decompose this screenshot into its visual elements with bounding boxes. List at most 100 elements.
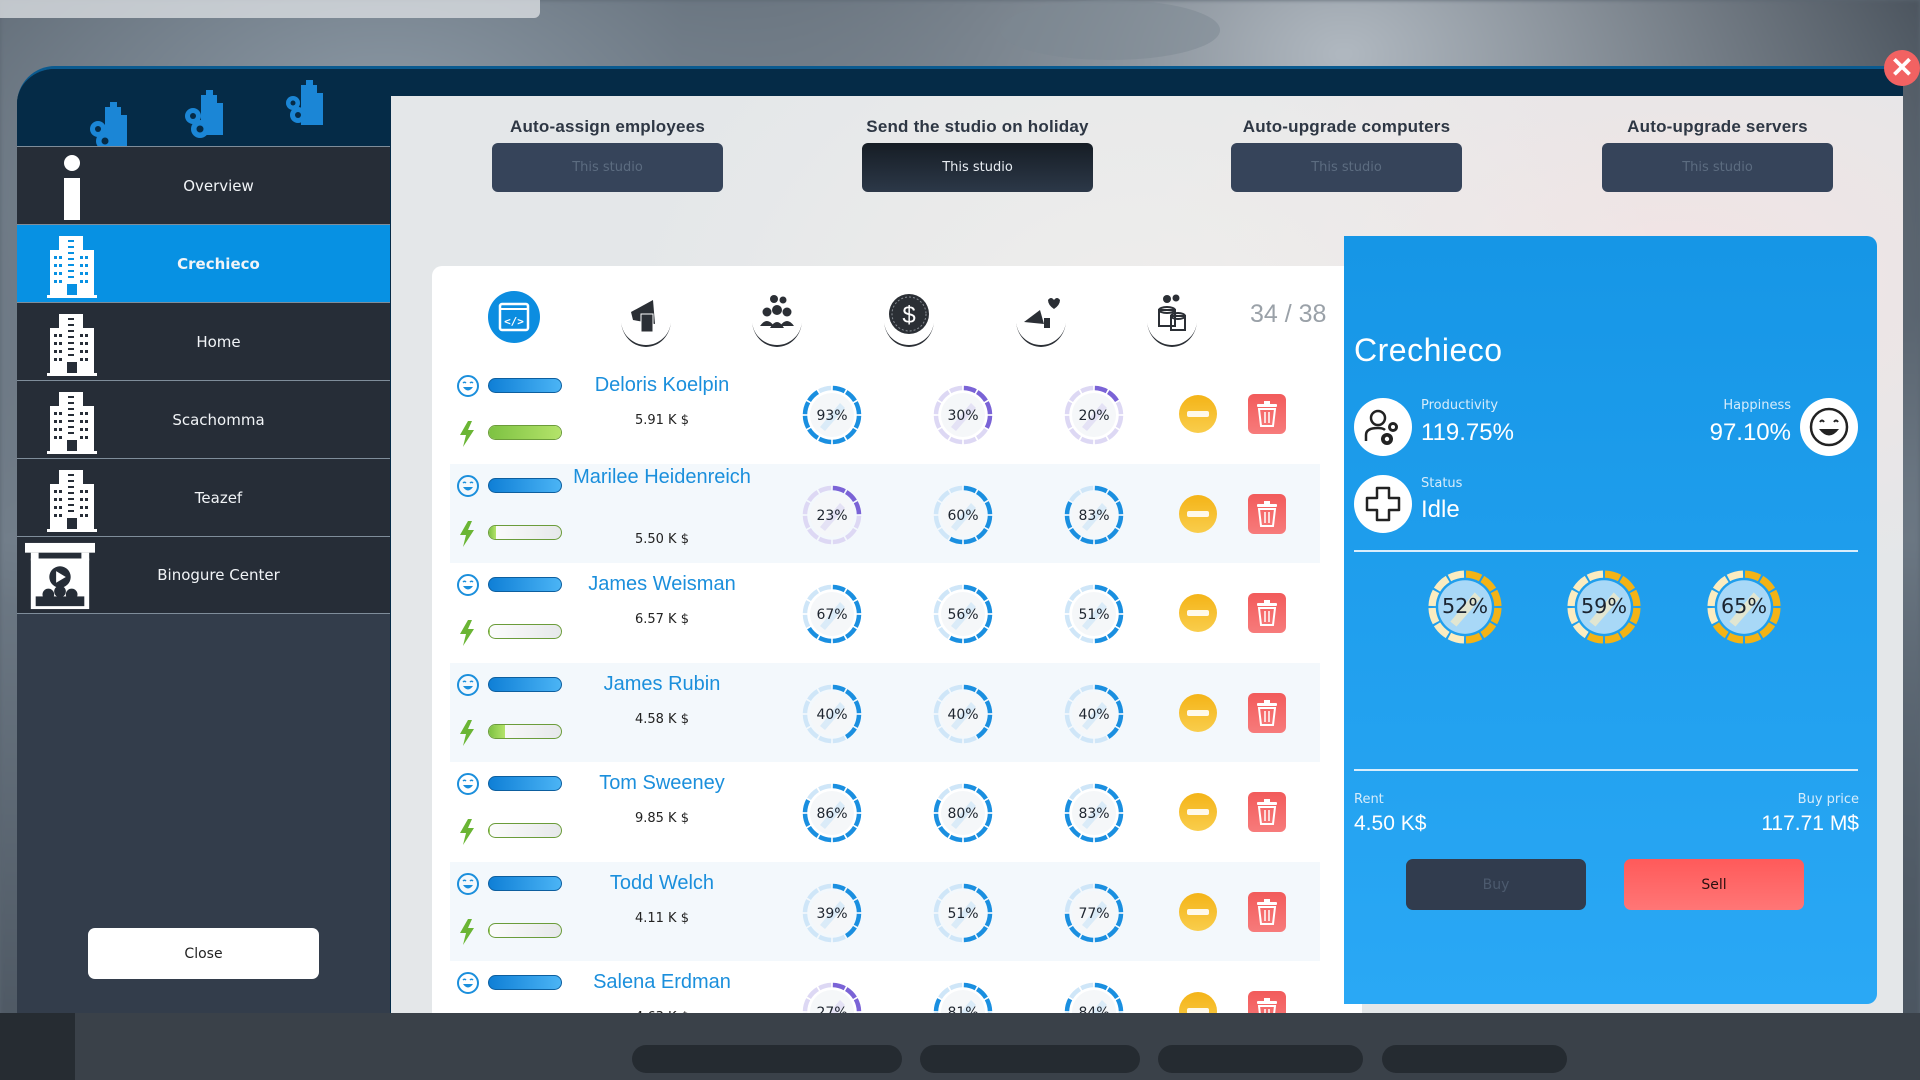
employee-name[interactable]: Salena Erdman	[572, 967, 752, 997]
ring-segment-empty	[1080, 635, 1094, 644]
employee-name[interactable]: Marilee Heidenreich	[572, 462, 752, 492]
ring-segment-empty	[1428, 607, 1440, 625]
fire-employee-button[interactable]	[1248, 891, 1286, 932]
auto-upgrade-servers-button[interactable]: This studio	[1602, 143, 1833, 192]
ring-segment-filled	[1064, 913, 1073, 927]
ring-segment-filled	[963, 584, 977, 593]
ring-segment-filled	[1115, 714, 1124, 728]
ring-segment-filled	[832, 783, 846, 792]
employee-count: 34 / 38	[1250, 300, 1327, 328]
employee-name[interactable]: James Weisman	[572, 569, 752, 599]
fire-employee-button[interactable]	[1248, 792, 1286, 832]
ring-segment-filled	[853, 799, 862, 813]
productivity-label: Productivity	[1421, 398, 1499, 413]
skill-ring: 40%	[1062, 682, 1126, 746]
sidebar-item-home[interactable]: Home	[17, 302, 390, 380]
energy-bar	[488, 624, 562, 639]
fire-employee-button[interactable]	[1248, 394, 1286, 434]
sidebar-item-overview[interactable]: Overview	[17, 146, 390, 224]
ring-segment-empty	[1115, 415, 1124, 429]
ring-value: 39%	[816, 906, 847, 922]
ring-segment-empty	[818, 536, 832, 544]
employee-row[interactable]: Todd Welch 4.11 K $ 39% 51% 77%	[450, 861, 1320, 961]
ring-segment-filled	[984, 898, 993, 912]
ring-segment-empty	[818, 883, 832, 891]
tab-human-resources[interactable]	[750, 290, 804, 348]
studio-info-panel: Crechieco Productivity 119.75% Happiness…	[1344, 236, 1877, 1004]
sidebar-item-crechieco[interactable]: Crechieco	[17, 224, 390, 302]
fire-employee-button[interactable]	[1248, 991, 1286, 1013]
ring-segment-filled	[853, 998, 862, 1012]
employee-name[interactable]: Todd Welch	[572, 868, 752, 898]
auto-assign-button[interactable]: This studio	[492, 143, 723, 192]
unassign-button[interactable]	[1179, 594, 1217, 632]
sidebar-item-scachomma[interactable]: Scachomma	[17, 380, 390, 458]
smiley-icon	[457, 773, 479, 795]
ring-segment-empty	[933, 415, 942, 429]
skill-ring: 30%	[931, 383, 995, 447]
ring-segment-filled	[1115, 600, 1124, 614]
employee-row[interactable]: Tom Sweeney 9.85 K $ 86% 80% 83%	[450, 762, 1320, 862]
ring-segment-filled	[984, 401, 993, 415]
ring-segment-filled	[963, 934, 977, 942]
employee-name[interactable]: Tom Sweeney	[572, 768, 752, 798]
employee-row[interactable]: Marilee Heidenreich 5.50 K $ 23% 60% 83%	[450, 462, 1320, 563]
ring-segment-empty	[1064, 401, 1073, 415]
lightning-icon	[460, 620, 474, 646]
unassign-button[interactable]	[1179, 992, 1217, 1013]
unassign-button[interactable]	[1179, 793, 1217, 831]
employee-salary: 4.11 K $	[634, 910, 689, 926]
ring-segment-empty	[1567, 589, 1579, 607]
employee-row[interactable]: Salena Erdman 4.63 K $ 27% 81% 84%	[450, 961, 1320, 1013]
unassign-button[interactable]	[1179, 395, 1217, 433]
holiday-button[interactable]: This studio	[862, 143, 1093, 192]
mood-bar	[488, 676, 562, 692]
unassign-button[interactable]	[1179, 693, 1217, 732]
tab-finance[interactable]: $	[882, 290, 936, 348]
info-icon	[37, 152, 107, 220]
background-date-pill	[632, 1045, 902, 1073]
fire-employee-button[interactable]	[1248, 593, 1286, 633]
employee-list: Deloris Koelpin 5.91 K $ 93% 30% 20% Maril…	[450, 364, 1320, 1013]
ring-segment-filled	[1080, 934, 1094, 942]
sidebar-item-teazef[interactable]: Teazef	[17, 458, 390, 536]
ring-segment-filled	[984, 600, 993, 614]
skill-ring: 51%	[931, 881, 995, 945]
ring-value: 60%	[947, 508, 978, 524]
employee-name[interactable]: Deloris Koelpin	[572, 370, 752, 400]
energy-bar-fill	[489, 426, 561, 439]
close-modal-icon[interactable]: ✕	[1884, 50, 1920, 86]
tab-marketing[interactable]	[619, 290, 673, 348]
fire-employee-button[interactable]	[1248, 692, 1286, 733]
auto-upgrade-computers-button[interactable]: This studio	[1231, 143, 1462, 192]
employee-row[interactable]: James Rubin 4.58 K $ 40% 40% 40%	[450, 662, 1320, 762]
skill-ring: 40%	[931, 682, 995, 746]
unassign-button[interactable]	[1179, 494, 1217, 533]
employee-row[interactable]: Deloris Koelpin 5.91 K $ 93% 30% 20%	[450, 364, 1320, 464]
energy-bar	[488, 524, 562, 540]
ring-segment-filled	[1094, 982, 1108, 991]
employee-row[interactable]: James Weisman 6.57 K $ 67% 56% 51%	[450, 563, 1320, 663]
happiness-smiley-icon	[1800, 398, 1858, 456]
close-button[interactable]: Close	[88, 928, 319, 979]
status-label: Status	[1421, 476, 1463, 491]
sell-button[interactable]: Sell	[1624, 859, 1804, 910]
sidebar-item-binogure-center[interactable]: Binogure Center	[17, 536, 390, 614]
employee-name[interactable]: James Rubin	[572, 669, 752, 699]
ring-value: 40%	[1078, 707, 1109, 723]
holiday-option: Send the studio on holiday This studio	[862, 96, 1093, 192]
tab-development[interactable]: </>	[487, 290, 541, 348]
tab-servers[interactable]	[1145, 290, 1199, 348]
lightning-icon	[460, 918, 474, 945]
svg-text:</>: </>	[504, 315, 524, 328]
ring-segment-filled	[1094, 385, 1108, 394]
ring-segment-filled	[984, 913, 993, 927]
ring-segment-filled	[1080, 536, 1094, 544]
background-top-bar	[0, 0, 540, 18]
buy-button[interactable]: Buy	[1406, 859, 1586, 910]
tab-community[interactable]	[1014, 290, 1068, 348]
unassign-button[interactable]	[1179, 892, 1217, 931]
office-building-icon	[37, 464, 107, 532]
ring-segment-empty	[802, 699, 811, 713]
fire-employee-button[interactable]	[1248, 493, 1286, 534]
